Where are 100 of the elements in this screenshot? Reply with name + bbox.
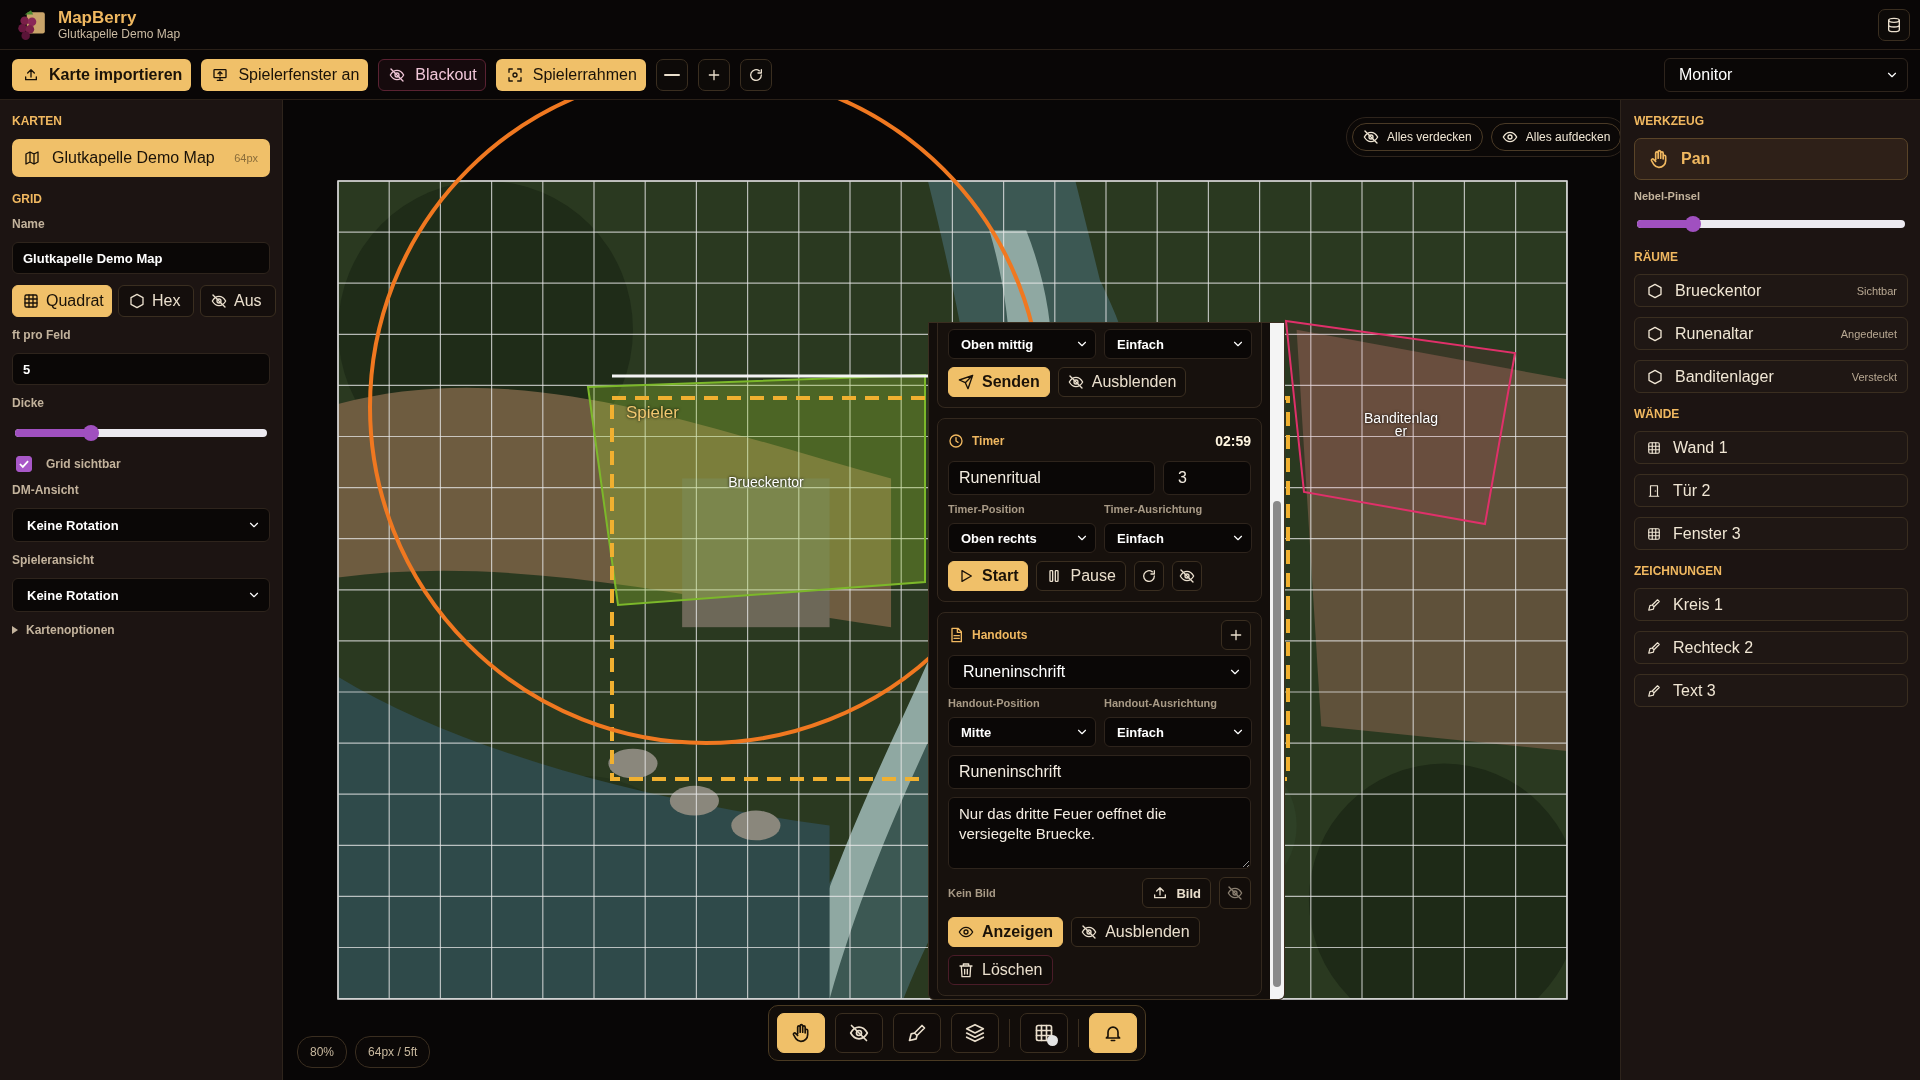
field-label: ft pro Feld <box>12 328 72 342</box>
image-upload-button[interactable]: Bild <box>1142 878 1211 908</box>
door-icon <box>1647 483 1661 498</box>
eye-off-icon <box>1067 374 1084 390</box>
section-heading: GRID <box>12 192 43 206</box>
hand-icon <box>791 1023 811 1043</box>
timer-alignment-select[interactable]: Einfach <box>1104 523 1252 553</box>
room-name: Runenaltar <box>1675 324 1755 343</box>
reset-button[interactable] <box>739 58 772 91</box>
room-item[interactable]: Brueckentor Sichtbar <box>1634 274 1908 307</box>
room-status: Sichtbar <box>1856 284 1897 297</box>
eyeoff-tool-button[interactable] <box>835 1013 883 1053</box>
plus-icon <box>1228 627 1244 643</box>
feet-input-field[interactable]: 5 <box>12 353 270 385</box>
map-subtitle: Glutkapelle Demo Map <box>58 26 181 41</box>
player-view-select[interactable]: Keine Rotation <box>12 578 270 612</box>
drawing-item[interactable]: Rechteck 2 <box>1634 631 1908 664</box>
hide-button[interactable]: Ausblenden <box>1057 367 1187 397</box>
field-label: Handout-Position <box>948 697 1041 709</box>
name-input-field[interactable]: Glutkapelle Demo Map <box>12 242 270 274</box>
hide-image-button[interactable] <box>1219 877 1251 909</box>
handout-position-select[interactable]: Mitte <box>948 717 1096 747</box>
handout-title-field[interactable]: Runeninschrift <box>948 755 1251 789</box>
reset-timer-button[interactable] <box>1133 561 1164 591</box>
bell-tool-button[interactable] <box>1089 1013 1137 1053</box>
minus-icon <box>663 73 680 76</box>
eye-off-icon <box>1227 885 1243 901</box>
status-chip: 80% <box>297 1036 348 1068</box>
grid-icon <box>23 293 39 309</box>
eye-off-icon <box>849 1023 869 1043</box>
message-position-select[interactable]: Oben mittig <box>948 329 1096 359</box>
indicator-dot <box>1047 1035 1058 1046</box>
hide-button[interactable]: Ausblenden <box>1071 917 1200 947</box>
fog-button[interactable]: Alles verdecken <box>1352 123 1483 151</box>
room-status: Versteckt <box>1851 370 1897 383</box>
toolbar-button[interactable]: Blackout <box>378 58 486 91</box>
brush-icon <box>907 1023 927 1043</box>
room-item[interactable]: Banditenlager Versteckt <box>1634 360 1908 393</box>
delete-button[interactable]: Löschen <box>948 955 1053 985</box>
timer-position-select[interactable]: Oben rechts <box>948 523 1096 553</box>
toolbar-button[interactable]: Spielerfenster an <box>201 58 369 91</box>
start-button[interactable]: Start <box>948 561 1029 591</box>
hexagon-icon <box>1647 368 1663 385</box>
hide-timer-button[interactable] <box>1171 561 1202 591</box>
brush-tool-button[interactable] <box>893 1013 941 1053</box>
field-label: Dicke <box>12 396 46 410</box>
toolbar-button[interactable]: Spielerrahmen <box>495 58 646 91</box>
zoom-in-button[interactable] <box>697 58 730 91</box>
drawing-item[interactable]: Text 3 <box>1634 674 1908 707</box>
eye-icon <box>958 924 974 940</box>
message-alignment-select[interactable]: Einfach <box>1104 329 1252 359</box>
grid-tool-button[interactable] <box>1020 1013 1068 1053</box>
image-status: Kein Bild <box>948 887 996 899</box>
app-title: MapBerry <box>58 8 138 27</box>
map-label: Banditenlager <box>1363 412 1439 438</box>
grid-visible-checkbox[interactable] <box>16 456 32 472</box>
database-button[interactable] <box>1878 8 1910 41</box>
minutes-field[interactable]: 3 <box>1163 461 1251 495</box>
timer-name-field[interactable]: Runenritual <box>948 461 1155 495</box>
map-label: Brueckentor <box>727 476 805 489</box>
refresh-icon <box>1140 568 1157 584</box>
toolbar-button[interactable]: Karte importieren <box>12 58 192 91</box>
brush-icon <box>1647 640 1661 655</box>
pause-button[interactable]: Pause <box>1036 561 1126 591</box>
database-icon <box>1886 16 1902 33</box>
hexagon-icon <box>129 293 145 309</box>
field-label: Spieleransicht <box>12 553 96 567</box>
section-heading: WERKZEUG <box>1634 114 1705 128</box>
show-button[interactable]: Anzeigen <box>948 917 1064 947</box>
hand-tool-button[interactable] <box>777 1013 825 1053</box>
grid-mode-button[interactable]: Hex <box>118 285 194 317</box>
room-item[interactable]: Runenaltar Angedeutet <box>1634 317 1908 350</box>
grid-mode-button[interactable]: Quadrat <box>12 285 112 317</box>
refresh-icon <box>747 66 764 83</box>
add-handout-button[interactable] <box>1221 620 1251 650</box>
grid-mode-button[interactable]: Aus <box>200 285 276 317</box>
layers-tool-button[interactable] <box>951 1013 999 1053</box>
pan-tool-button[interactable]: Pan <box>1634 138 1908 180</box>
map-list-item[interactable]: Glutkapelle Demo Map 64px <box>12 139 270 177</box>
layers-icon <box>965 1023 985 1043</box>
zoom-out-button[interactable] <box>655 58 688 91</box>
handout-select[interactable]: Runeninschrift <box>948 655 1251 689</box>
monitor-select[interactable]: Monitor <box>1664 57 1908 92</box>
grid-icon <box>1647 526 1661 541</box>
wall-item[interactable]: Wand 1 <box>1634 431 1908 464</box>
send-button[interactable]: Senden <box>948 367 1050 397</box>
map-icon <box>24 150 40 166</box>
hexagon-icon <box>1647 282 1663 299</box>
drawing-item[interactable]: Kreis 1 <box>1634 588 1908 621</box>
handout-alignment-select[interactable]: Einfach <box>1104 717 1252 747</box>
wall-item[interactable]: Tür 2 <box>1634 474 1908 507</box>
bell-icon <box>1103 1023 1123 1043</box>
map-options-toggle[interactable]: Kartenoptionen <box>12 623 270 637</box>
fog-button[interactable]: Alles aufdecken <box>1490 123 1620 151</box>
handout-text-field[interactable]: Nur das dritte Feuer oeffnet die versiegelte Bruecke. <box>948 797 1251 869</box>
wall-item[interactable]: Fenster 3 <box>1634 517 1908 550</box>
dm-view-select[interactable]: Keine Rotation <box>12 508 270 542</box>
eye-off-icon <box>389 66 406 83</box>
scrollbar[interactable] <box>1270 323 1284 999</box>
field-label: Timer-Position <box>948 503 1026 515</box>
